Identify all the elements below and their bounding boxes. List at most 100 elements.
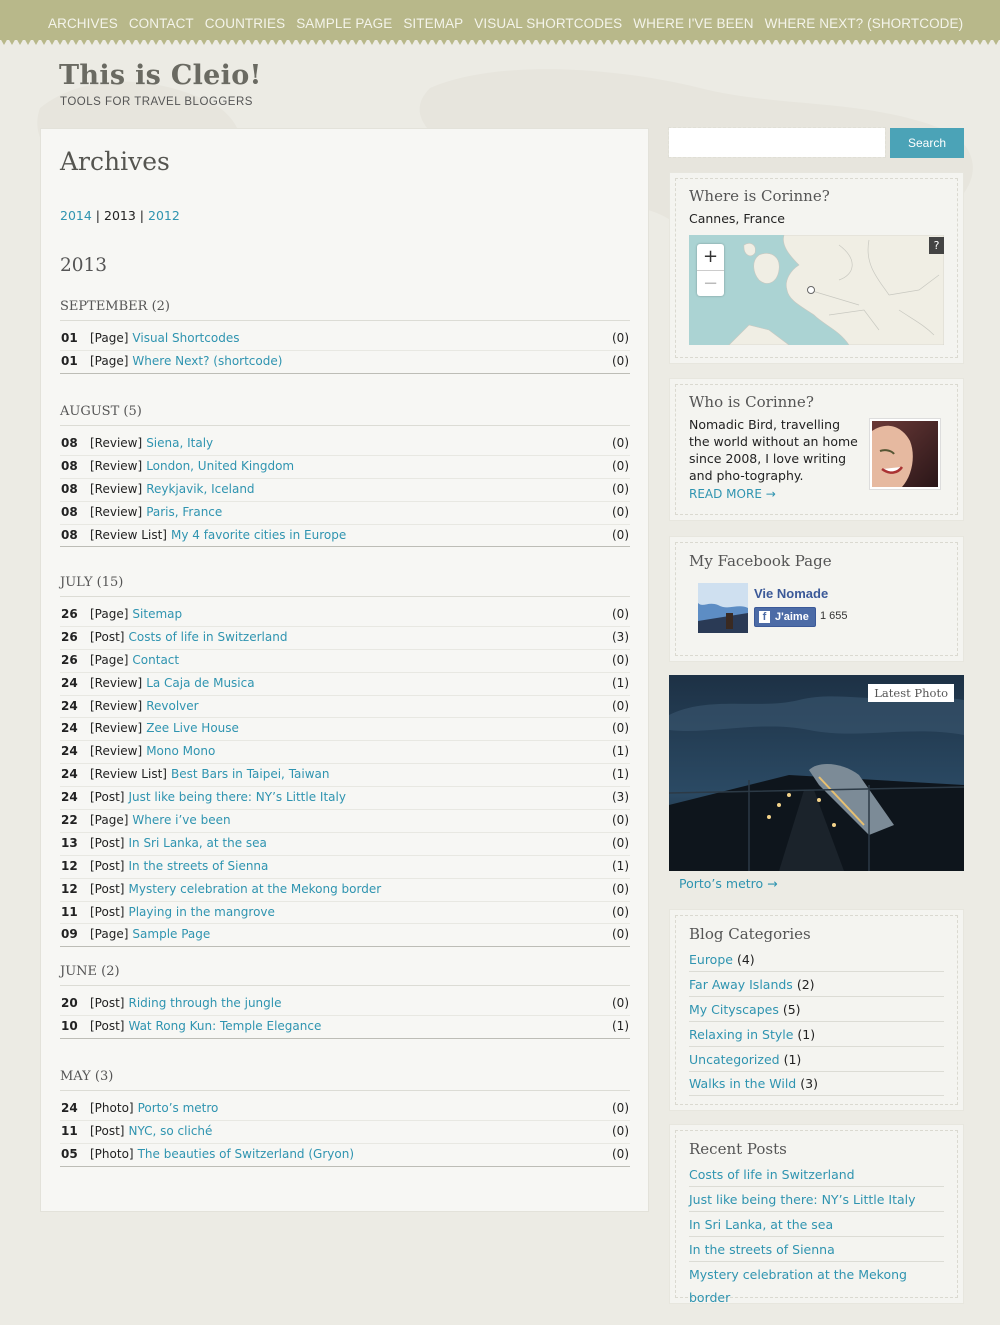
- category-link[interactable]: My Cityscapes: [689, 1002, 779, 1017]
- entry-day: 09: [61, 927, 78, 942]
- entry-type: [Review] Revolver: [90, 696, 199, 718]
- latest-photo[interactable]: Latest Photo: [669, 675, 964, 871]
- nav-link-countries[interactable]: COUNTRIES: [205, 16, 285, 31]
- entry-title-link[interactable]: Contact: [132, 653, 179, 667]
- search-button[interactable]: Search: [890, 128, 964, 158]
- entry-title-link[interactable]: NYC, so cliché: [128, 1124, 212, 1138]
- category-link[interactable]: Europe: [689, 952, 733, 967]
- category-link[interactable]: Far Away Islands: [689, 977, 793, 992]
- site-title[interactable]: This is Cleio!: [59, 60, 262, 91]
- recent-post-link[interactable]: In the streets of Sienna: [689, 1242, 835, 1257]
- recent-post-item: Mystery celebration at the Mekong border: [689, 1263, 944, 1305]
- recent-post-link[interactable]: Just like being there: NY’s Little Italy: [689, 1192, 916, 1207]
- site-tagline: TOOLS FOR TRAVEL BLOGGERS: [60, 96, 253, 108]
- entry-title-link[interactable]: In Sri Lanka, at the sea: [128, 836, 266, 850]
- entry-title-link[interactable]: La Caja de Musica: [146, 676, 254, 690]
- search-input[interactable]: [668, 127, 886, 158]
- entry-title-link[interactable]: Where i’ve been: [132, 813, 230, 827]
- entry-title-link[interactable]: Porto’s metro: [138, 1101, 219, 1115]
- like-count: 1 655: [820, 610, 848, 622]
- archive-entry: 24 [Photo] Porto’s metro (0): [60, 1098, 630, 1121]
- facebook-page-thumbnail[interactable]: [698, 583, 748, 633]
- category-link[interactable]: Uncategorized: [689, 1052, 780, 1067]
- recent-post-link[interactable]: In Sri Lanka, at the sea: [689, 1217, 833, 1232]
- entry-title-link[interactable]: Costs of life in Switzerland: [128, 630, 287, 644]
- entry-type-label: [Post]: [90, 629, 125, 644]
- entry-title-link[interactable]: Wat Rong Kun: Temple Elegance: [128, 1019, 321, 1033]
- nav-link-sitemap[interactable]: SITEMAP: [403, 16, 463, 31]
- nav-link-where-next-shortcode[interactable]: WHERE NEXT? (SHORTCODE): [765, 16, 964, 31]
- entry-title-link[interactable]: Sample Page: [132, 927, 210, 941]
- facebook-page-name[interactable]: Vie Nomade: [754, 586, 828, 601]
- entry-title-link[interactable]: Sitemap: [132, 607, 182, 621]
- entry-type: [Review] La Caja de Musica: [90, 673, 255, 695]
- entry-title-link[interactable]: Paris, France: [146, 505, 222, 519]
- entry-day: 24: [61, 767, 78, 782]
- entry-day: 01: [61, 353, 78, 368]
- archive-entry: 10 [Post] Wat Rong Kun: Temple Elegance (1): [60, 1016, 630, 1039]
- entry-title-link[interactable]: Siena, Italy: [146, 436, 213, 450]
- category-link[interactable]: Relaxing in Style: [689, 1027, 793, 1042]
- entry-type-label: [Post]: [90, 1018, 125, 1033]
- category-count: (4): [736, 952, 755, 967]
- zoom-out-button[interactable]: −: [697, 271, 724, 296]
- category-link[interactable]: Walks in the Wild: [689, 1076, 796, 1091]
- entry-title-link[interactable]: The beauties of Switzerland (Gryon): [138, 1147, 354, 1161]
- entry-type-label: [Review]: [90, 481, 143, 496]
- read-more-link[interactable]: READ MORE →: [689, 486, 776, 503]
- year-link-2014[interactable]: 2014: [60, 208, 92, 223]
- nav-link-archives[interactable]: ARCHIVES: [48, 16, 118, 31]
- nav-link-sample-page[interactable]: SAMPLE PAGE: [296, 16, 392, 31]
- entry-title-link[interactable]: Reykjavik, Iceland: [146, 482, 254, 496]
- entry-title-link[interactable]: In the streets of Sienna: [128, 859, 268, 873]
- entry-title-link[interactable]: Revolver: [146, 699, 198, 713]
- entry-type-label: [Post]: [90, 858, 125, 873]
- entry-day: 08: [61, 436, 78, 450]
- recent-post-link[interactable]: Mystery celebration at the Mekong border: [689, 1267, 907, 1305]
- category-list: Europe (4) Far Away Islands (2) My Citysca…: [689, 948, 944, 1097]
- comment-count: (0): [612, 458, 629, 473]
- category-item: Far Away Islands (2): [689, 973, 944, 997]
- entry-title-link[interactable]: Best Bars in Taipei, Taiwan: [171, 767, 330, 781]
- map-help-button[interactable]: ?: [929, 237, 944, 254]
- recent-post-link[interactable]: Costs of life in Switzerland: [689, 1167, 855, 1182]
- entry-title-link[interactable]: Just like being there: NY’s Little Italy: [128, 790, 345, 804]
- facebook-like-button[interactable]: f J'aime: [754, 607, 816, 627]
- entry-type: [Photo] The beauties of Switzerland (Gryo…: [90, 1144, 354, 1166]
- entry-title-link[interactable]: Mono Mono: [146, 744, 215, 758]
- avatar-image: [872, 421, 938, 487]
- entry-title-link[interactable]: Playing in the mangrove: [128, 905, 274, 919]
- photo-caption-link[interactable]: Porto’s metro →: [679, 876, 778, 891]
- entry-type: [Review List] My 4 favorite cities in Eur…: [90, 525, 346, 547]
- nav-item: CONTACT: [129, 13, 194, 32]
- avatar[interactable]: [869, 418, 941, 490]
- entry-title-link[interactable]: My 4 favorite cities in Europe: [171, 528, 346, 542]
- nav-link-where-i-ve-been[interactable]: WHERE I'VE BEEN: [633, 16, 753, 31]
- entry-title-link[interactable]: Visual Shortcodes: [132, 331, 239, 345]
- year-link-2012[interactable]: 2012: [148, 208, 180, 223]
- entry-type: [Review] Mono Mono: [90, 741, 215, 763]
- entry-title-link[interactable]: Mystery celebration at the Mekong border: [128, 882, 381, 896]
- entry-type-label: [Review]: [90, 458, 143, 473]
- archive-entry: 24 [Review] Revolver (0): [60, 696, 630, 719]
- entry-type: [Post] Wat Rong Kun: Temple Elegance: [90, 1016, 321, 1038]
- entry-type: [Page] Visual Shortcodes: [90, 328, 239, 350]
- entry-day: 08: [61, 527, 78, 542]
- comment-count: (0): [612, 904, 629, 919]
- nav-link-visual-shortcodes[interactable]: VISUAL SHORTCODES: [474, 16, 622, 31]
- year-separator: |: [139, 208, 145, 223]
- location-map[interactable]: + − ?: [689, 235, 944, 345]
- entry-day: 12: [61, 858, 78, 873]
- zoom-in-button[interactable]: +: [697, 244, 724, 271]
- categories-widget: Blog Categories Europe (4) Far Away Islan…: [669, 909, 964, 1111]
- comment-count: (0): [612, 927, 629, 942]
- entry-title-link[interactable]: Zee Live House: [146, 721, 239, 735]
- entry-title-link[interactable]: Riding through the jungle: [128, 996, 281, 1010]
- comment-count: (0): [612, 481, 629, 496]
- latest-photo-label: Latest Photo: [868, 684, 954, 702]
- year-current-2013: 2013: [104, 208, 136, 223]
- comment-count: (1): [612, 744, 629, 759]
- nav-link-contact[interactable]: CONTACT: [129, 16, 194, 31]
- entry-title-link[interactable]: London, United Kingdom: [146, 459, 294, 473]
- entry-title-link[interactable]: Where Next? (shortcode): [132, 354, 282, 368]
